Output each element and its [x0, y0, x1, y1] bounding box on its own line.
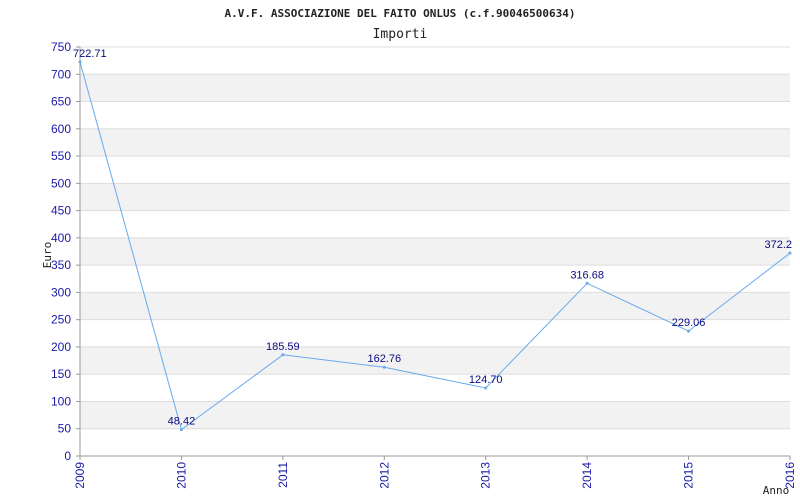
grid-band — [80, 346, 790, 375]
x-axis-label: Anno — [763, 484, 790, 497]
y-axis-label: Euro — [41, 242, 54, 269]
y-tick-label: 50 — [58, 422, 72, 436]
data-point — [179, 428, 183, 432]
x-tick-label: 2013 — [479, 462, 493, 489]
y-tick-label: 200 — [51, 340, 71, 354]
y-tick-label: 100 — [51, 394, 71, 408]
data-label: 162.76 — [367, 353, 401, 365]
data-point — [687, 329, 691, 333]
x-tick-label: 2012 — [377, 462, 391, 489]
x-axis-ticks: 2009 2010 2011 2012 2013 2014 2015 2016 — [73, 456, 797, 489]
data-label: 722.71 — [73, 48, 107, 60]
y-tick-label: 700 — [51, 67, 71, 81]
y-tick-label: 300 — [51, 285, 71, 299]
chart-subtitle: Importi — [373, 27, 428, 42]
chart-title: A.V.F. ASSOCIAZIONE DEL FAITO ONLUS (c.f… — [225, 7, 576, 20]
data-point — [585, 281, 589, 285]
y-tick-label: 750 — [51, 40, 71, 54]
y-tick-label: 400 — [51, 231, 71, 245]
y-tick-label: 500 — [51, 176, 71, 190]
x-tick-label: 2014 — [580, 462, 594, 489]
y-tick-label: 0 — [64, 449, 71, 463]
data-point — [281, 353, 285, 357]
data-label: 372.2 — [764, 239, 792, 251]
data-point — [78, 60, 82, 64]
data-point — [788, 251, 792, 255]
y-tick-label: 350 — [51, 258, 71, 272]
data-label: 185.59 — [266, 341, 300, 353]
line-chart: A.V.F. ASSOCIAZIONE DEL FAITO ONLUS (c.f… — [41, 7, 797, 497]
grid-band — [80, 237, 790, 266]
x-tick-label: 2011 — [276, 462, 290, 488]
y-tick-label: 600 — [51, 122, 71, 136]
x-tick-label: 2009 — [73, 462, 87, 489]
data-label: 229.06 — [672, 317, 706, 329]
data-label: 48.42 — [168, 416, 196, 428]
grid-band — [80, 292, 790, 320]
y-axis-ticks: 0 50 100 150 200 250 300 350 400 450 500 550 600 650 7… — [51, 40, 80, 463]
grid-bands — [80, 74, 790, 429]
grid-band — [80, 128, 790, 157]
data-label: 124.70 — [469, 374, 503, 386]
data-point — [484, 386, 488, 390]
data-point — [382, 365, 386, 369]
y-tick-label: 450 — [51, 204, 71, 218]
x-tick-label: 2010 — [174, 462, 188, 489]
grid-band — [80, 183, 790, 211]
y-tick-label: 650 — [51, 95, 71, 109]
data-label: 316.68 — [570, 269, 604, 281]
y-tick-label: 150 — [51, 367, 71, 381]
y-tick-label: 250 — [51, 313, 71, 327]
y-tick-label: 550 — [51, 149, 71, 163]
x-tick-label: 2015 — [682, 462, 696, 489]
grid-band — [80, 74, 790, 102]
